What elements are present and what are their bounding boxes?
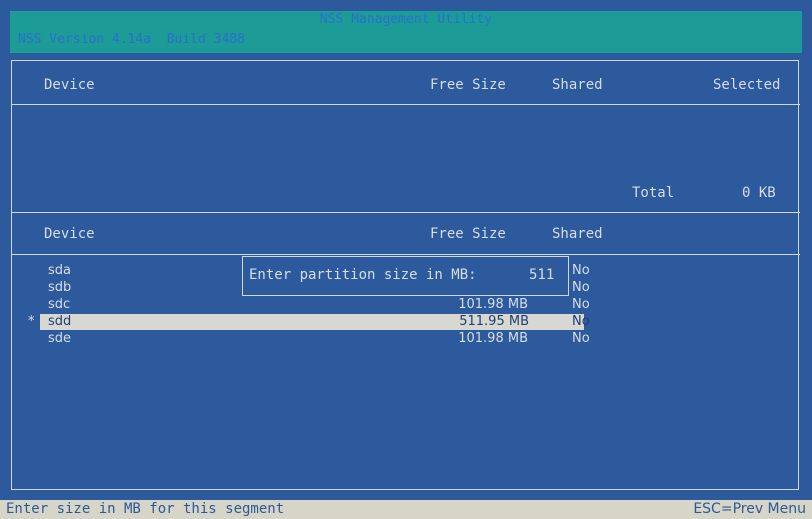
device-col-free-size: Free Size	[430, 226, 506, 242]
device-free-size: 101.98 MB	[458, 297, 528, 312]
status-hint: Enter size in MB for this segment	[6, 501, 285, 517]
partition-size-dialog: Enter partition size in MB: 511	[242, 256, 569, 296]
device-col-device: Device	[44, 226, 95, 242]
partition-size-prompt: Enter partition size in MB:	[249, 267, 486, 283]
device-shared: No	[572, 297, 590, 312]
device-name: sdb	[48, 280, 72, 295]
partition-size-input[interactable]: 511	[529, 267, 554, 283]
app-title: NSS Management Utility	[319, 12, 493, 27]
device-free-size: 101.98 MB	[458, 331, 528, 346]
device-shared: No	[572, 280, 590, 295]
selected-col-free-size: Free Size	[430, 77, 506, 93]
device-name: sdc	[48, 297, 71, 312]
device-col-shared: Shared	[552, 226, 603, 242]
selected-col-shared: Shared	[552, 77, 603, 93]
device-row-selected[interactable]: * sdd 511.95 MB No	[28, 314, 590, 330]
divider	[12, 254, 800, 255]
total-label: Total	[632, 185, 675, 201]
device-free-size: 511.95 MB	[459, 314, 529, 329]
device-row[interactable]: sde 101.98 MB No	[12, 331, 799, 347]
title-bar: NSS Management Utility NSS Version 4.14a…	[10, 11, 802, 53]
esc-prev-menu[interactable]: ESC=Prev Menu	[693, 501, 806, 517]
divider	[12, 104, 800, 105]
version-label: NSS Version 4.14a Build 3488	[18, 32, 245, 47]
device-shared: No	[572, 263, 590, 278]
selected-col-selected: Selected	[713, 77, 781, 93]
selected-col-device: Device	[44, 77, 95, 93]
device-shared: No	[572, 331, 590, 346]
total-value: 0 KB	[742, 185, 776, 201]
device-name: sdd	[48, 314, 72, 329]
device-row[interactable]: sdc 101.98 MB No	[12, 297, 799, 313]
divider	[12, 212, 800, 213]
row-marker: *	[28, 314, 35, 329]
device-shared: No	[572, 314, 590, 329]
device-name: sde	[48, 331, 72, 346]
status-bar: Enter size in MB for this segment ESC=Pr…	[0, 500, 812, 519]
device-name: sda	[48, 263, 71, 278]
